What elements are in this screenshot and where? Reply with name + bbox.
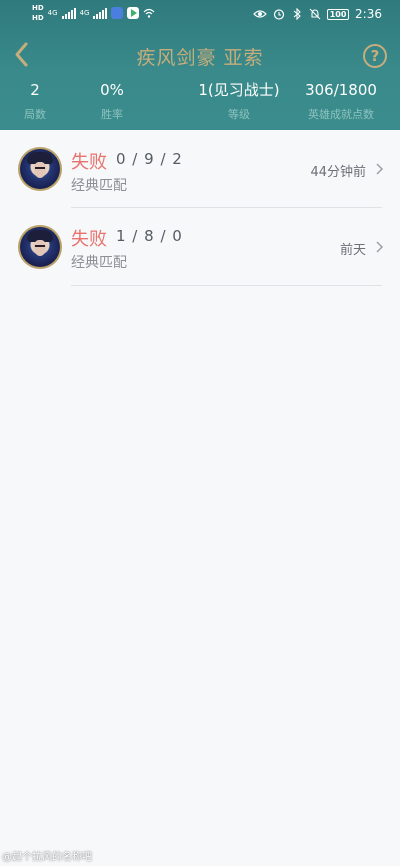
divider	[71, 285, 382, 286]
network-type: 4G	[79, 8, 90, 17]
champion-avatar	[18, 225, 62, 269]
stat-achievement: 306/1800 英雄成就点数	[298, 80, 384, 122]
stat-label: 英雄成就点数	[308, 108, 374, 121]
match-time: 44分钟前	[310, 165, 366, 180]
alarm-icon	[273, 9, 285, 20]
match-result: 失败	[71, 152, 107, 173]
chevron-right-icon	[376, 163, 384, 175]
status-left: HD HD 4G 4G	[32, 4, 155, 22]
mute-icon	[309, 8, 321, 20]
match-row[interactable]: 失败 1 / 8 / 0 经典匹配 前天	[0, 208, 400, 286]
stat-label: 局数	[24, 108, 46, 121]
signal-icon	[61, 7, 76, 19]
wifi-icon	[144, 8, 155, 18]
stat-games: 2 局数	[10, 80, 60, 122]
video-app-icon	[127, 7, 140, 19]
clock: 2:36	[355, 7, 382, 21]
status-right: 100 2:36	[253, 7, 382, 21]
bluetooth-icon	[293, 8, 301, 20]
match-kda: 0 / 9 / 2	[116, 150, 183, 168]
stat-winrate: 0% 胜率	[82, 80, 142, 122]
battery-icon: 100	[327, 8, 350, 20]
hd-badge: HD	[32, 14, 44, 22]
page-title: 疾风剑豪 亚索	[136, 47, 264, 69]
app-notification-icon	[111, 7, 124, 19]
stat-label: 等级	[228, 108, 250, 121]
question-icon: ?	[370, 47, 380, 65]
match-row[interactable]: 失败 0 / 9 / 2 经典匹配 44分钟前	[0, 130, 400, 208]
match-mode: 经典匹配	[71, 178, 127, 194]
eye-icon	[253, 10, 267, 18]
stat-label: 胜率	[101, 108, 123, 121]
watermark: @起个拉风的名称吧	[2, 852, 92, 863]
match-kda: 1 / 8 / 0	[116, 227, 183, 245]
stat-level: 1(见习战士) 等级	[184, 80, 294, 122]
help-button[interactable]: ?	[363, 44, 387, 68]
stat-value: 2	[30, 81, 40, 99]
hd-badge: HD	[32, 4, 44, 12]
status-bar: HD HD 4G 4G 100 2:36	[0, 0, 400, 30]
network-type: 4G	[47, 8, 58, 17]
header: HD HD 4G 4G 100 2:36 疾风剑豪 亚索 ? 2 局数 0% 胜…	[0, 0, 400, 130]
match-result: 失败	[71, 229, 107, 250]
stat-value: 1(见习战士)	[198, 81, 280, 99]
stat-value: 0%	[100, 81, 124, 99]
signal-icon	[93, 7, 108, 19]
match-time: 前天	[339, 243, 366, 258]
match-mode: 经典匹配	[71, 255, 127, 271]
chevron-right-icon	[376, 241, 384, 253]
stat-value: 306/1800	[305, 81, 377, 99]
champion-avatar	[18, 147, 62, 191]
